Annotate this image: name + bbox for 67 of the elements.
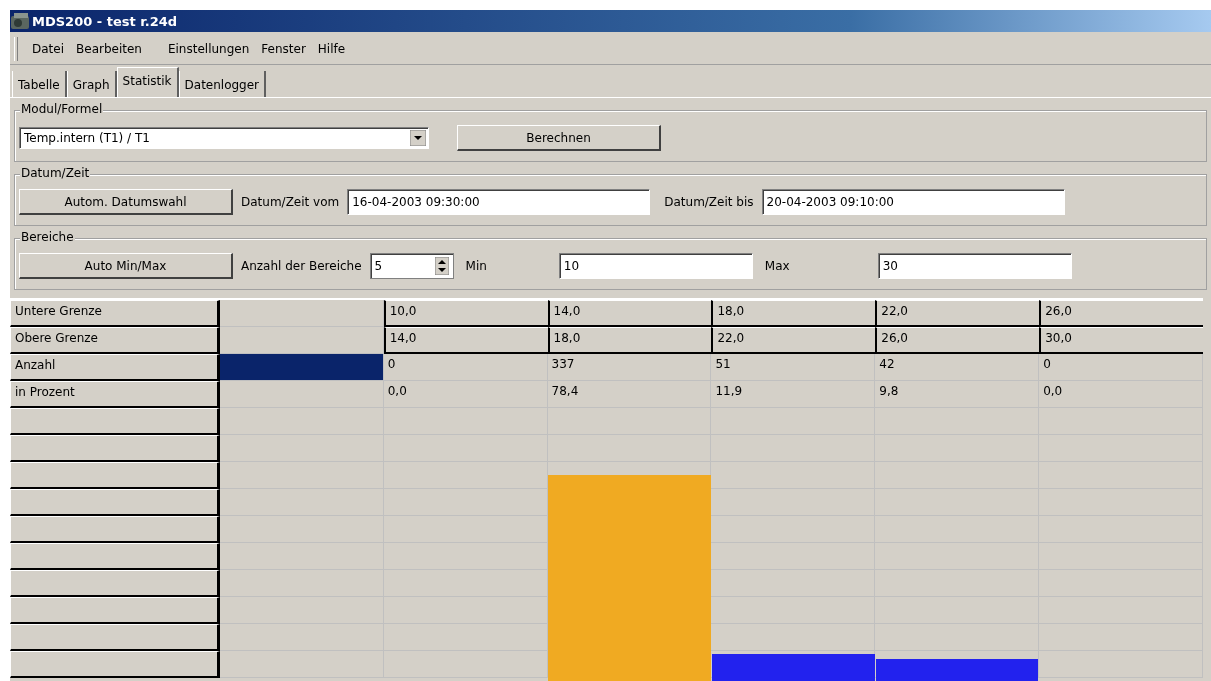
row-header[interactable] bbox=[10, 543, 220, 570]
table-cell: 9,8 bbox=[875, 381, 1040, 408]
row-header[interactable] bbox=[10, 597, 220, 624]
tab[interactable]: Graph bbox=[66, 71, 117, 97]
row-header[interactable] bbox=[10, 516, 220, 543]
column-header[interactable]: 26,0 bbox=[875, 327, 1040, 354]
field-label: Datum/Zeit vom bbox=[241, 195, 340, 209]
table-cell[interactable] bbox=[219, 381, 384, 408]
column-header[interactable]: 18,0 bbox=[547, 327, 712, 354]
menu-item[interactable]: Datei bbox=[30, 42, 66, 56]
menu-item[interactable]: Fenster bbox=[259, 42, 308, 56]
tab[interactable]: Tabelle bbox=[12, 71, 67, 97]
auto-min-max-button[interactable]: Auto Min/Max bbox=[19, 253, 233, 279]
row-header[interactable] bbox=[10, 462, 220, 489]
auto-date-button[interactable]: Autom. Datumswahl bbox=[19, 189, 233, 215]
table-cell: 0,0 bbox=[383, 381, 548, 408]
row-header[interactable] bbox=[10, 408, 220, 435]
date-to-field[interactable]: 20-04-2003 09:10:00 bbox=[761, 189, 1065, 215]
max-field[interactable]: 30 bbox=[877, 253, 1072, 279]
table-cell[interactable] bbox=[219, 300, 384, 327]
app-icon bbox=[10, 12, 30, 30]
range-count-spinner[interactable]: 5 bbox=[369, 253, 454, 279]
spin-arrows-icon bbox=[434, 257, 449, 275]
row-header[interactable]: Untere Grenze bbox=[10, 300, 220, 327]
group-label: Bereiche bbox=[20, 230, 75, 244]
column-header[interactable]: 14,0 bbox=[547, 300, 712, 327]
calculate-button[interactable]: Berechnen bbox=[457, 125, 661, 151]
group-label: Datum/Zeit bbox=[20, 166, 91, 180]
field-label: Min bbox=[465, 259, 487, 273]
table-cell: 0 bbox=[1039, 354, 1203, 381]
column-header[interactable]: 22,0 bbox=[711, 327, 876, 354]
table-cell: 42 bbox=[875, 354, 1040, 381]
menu-item[interactable]: Hilfe bbox=[315, 42, 348, 56]
column-header[interactable]: 14,0 bbox=[383, 327, 548, 354]
row-header[interactable] bbox=[10, 624, 220, 651]
tab[interactable]: Datenlogger bbox=[178, 71, 267, 97]
row-header[interactable] bbox=[10, 435, 220, 462]
field-label: Anzahl der Bereiche bbox=[241, 259, 362, 273]
column-header[interactable]: 10,0 bbox=[383, 300, 548, 327]
row-header[interactable]: Anzahl bbox=[10, 354, 220, 381]
row-header[interactable] bbox=[10, 651, 220, 678]
row-header[interactable]: in Prozent bbox=[10, 381, 220, 408]
dropdown-arrow-icon bbox=[410, 130, 426, 146]
menu-item[interactable]: Einstellungen bbox=[165, 42, 252, 56]
window-title: MDS200 - test r.24d bbox=[32, 13, 178, 29]
column-header[interactable]: 26,0 bbox=[1039, 300, 1203, 327]
menu-item[interactable]: Bearbeiten bbox=[74, 42, 144, 56]
formula-dropdown[interactable]: Temp.intern (T1) / T1 bbox=[19, 127, 429, 149]
column-header[interactable]: 22,0 bbox=[875, 300, 1040, 327]
table-cell[interactable] bbox=[219, 354, 384, 381]
column-header[interactable]: 30,0 bbox=[1039, 327, 1203, 354]
table-cell: 51 bbox=[711, 354, 876, 381]
row-header[interactable] bbox=[10, 570, 220, 597]
field-label: Max bbox=[764, 259, 790, 273]
group-label: Modul/Formel bbox=[20, 102, 104, 116]
table-cell: 337 bbox=[547, 354, 712, 381]
field-label: Datum/Zeit bis bbox=[664, 195, 754, 209]
tab[interactable]: Statistik bbox=[116, 67, 179, 97]
table-cell: 11,9 bbox=[711, 381, 876, 408]
table-cell: 0,0 bbox=[1039, 381, 1203, 408]
row-header[interactable]: Obere Grenze bbox=[10, 327, 220, 354]
min-field[interactable]: 10 bbox=[558, 253, 753, 279]
table-cell: 78,4 bbox=[547, 381, 712, 408]
table-cell: 0 bbox=[383, 354, 548, 381]
row-header[interactable] bbox=[10, 489, 220, 516]
date-from-field[interactable]: 16-04-2003 09:30:00 bbox=[347, 189, 651, 215]
column-header[interactable]: 18,0 bbox=[711, 300, 876, 327]
